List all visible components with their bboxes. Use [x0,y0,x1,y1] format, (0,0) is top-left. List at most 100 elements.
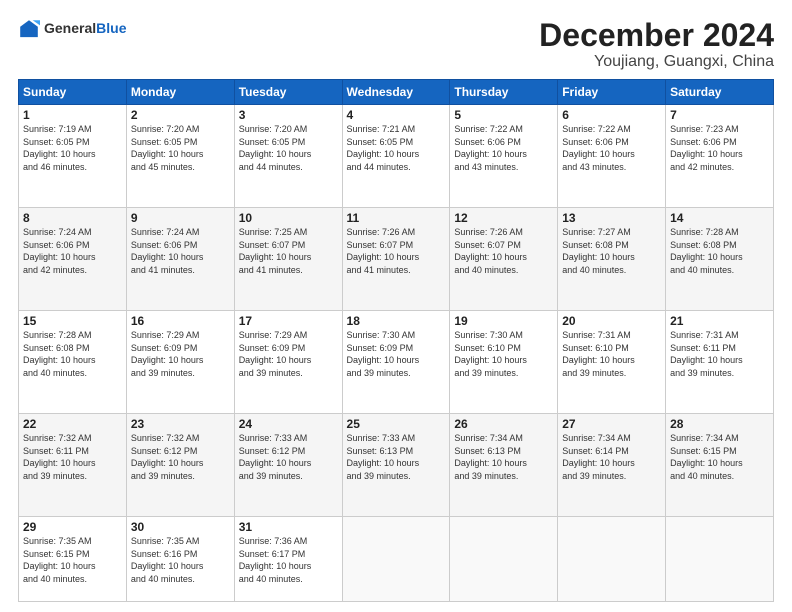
table-cell [666,517,774,602]
col-wednesday: Wednesday [342,80,450,105]
day-number: 18 [347,314,446,328]
table-cell: 15Sunrise: 7:28 AM Sunset: 6:08 PM Dayli… [19,311,127,414]
table-cell: 23Sunrise: 7:32 AM Sunset: 6:12 PM Dayli… [126,414,234,517]
table-cell: 28Sunrise: 7:34 AM Sunset: 6:15 PM Dayli… [666,414,774,517]
day-info: Sunrise: 7:29 AM Sunset: 6:09 PM Dayligh… [239,329,338,379]
title-section: December 2024 Youjiang, Guangxi, China [539,18,774,71]
table-cell: 14Sunrise: 7:28 AM Sunset: 6:08 PM Dayli… [666,208,774,311]
month-title: December 2024 [539,18,774,53]
day-number: 11 [347,211,446,225]
day-info: Sunrise: 7:31 AM Sunset: 6:11 PM Dayligh… [670,329,769,379]
day-number: 4 [347,108,446,122]
table-cell: 20Sunrise: 7:31 AM Sunset: 6:10 PM Dayli… [558,311,666,414]
day-info: Sunrise: 7:26 AM Sunset: 6:07 PM Dayligh… [454,226,553,276]
table-cell: 25Sunrise: 7:33 AM Sunset: 6:13 PM Dayli… [342,414,450,517]
day-info: Sunrise: 7:22 AM Sunset: 6:06 PM Dayligh… [454,123,553,173]
day-info: Sunrise: 7:26 AM Sunset: 6:07 PM Dayligh… [347,226,446,276]
table-cell [558,517,666,602]
day-info: Sunrise: 7:25 AM Sunset: 6:07 PM Dayligh… [239,226,338,276]
day-info: Sunrise: 7:31 AM Sunset: 6:10 PM Dayligh… [562,329,661,379]
table-cell: 26Sunrise: 7:34 AM Sunset: 6:13 PM Dayli… [450,414,558,517]
table-cell: 29Sunrise: 7:35 AM Sunset: 6:15 PM Dayli… [19,517,127,602]
day-number: 5 [454,108,553,122]
day-info: Sunrise: 7:30 AM Sunset: 6:10 PM Dayligh… [454,329,553,379]
table-cell: 30Sunrise: 7:35 AM Sunset: 6:16 PM Dayli… [126,517,234,602]
day-number: 2 [131,108,230,122]
table-cell: 19Sunrise: 7:30 AM Sunset: 6:10 PM Dayli… [450,311,558,414]
day-number: 30 [131,520,230,534]
day-number: 28 [670,417,769,431]
day-info: Sunrise: 7:34 AM Sunset: 6:14 PM Dayligh… [562,432,661,482]
day-info: Sunrise: 7:22 AM Sunset: 6:06 PM Dayligh… [562,123,661,173]
day-info: Sunrise: 7:24 AM Sunset: 6:06 PM Dayligh… [23,226,122,276]
table-cell: 16Sunrise: 7:29 AM Sunset: 6:09 PM Dayli… [126,311,234,414]
header: GeneralBlue December 2024 Youjiang, Guan… [18,18,774,71]
day-info: Sunrise: 7:34 AM Sunset: 6:13 PM Dayligh… [454,432,553,482]
day-number: 27 [562,417,661,431]
table-cell: 12Sunrise: 7:26 AM Sunset: 6:07 PM Dayli… [450,208,558,311]
col-tuesday: Tuesday [234,80,342,105]
day-number: 25 [347,417,446,431]
day-info: Sunrise: 7:19 AM Sunset: 6:05 PM Dayligh… [23,123,122,173]
page: GeneralBlue December 2024 Youjiang, Guan… [0,0,792,612]
day-info: Sunrise: 7:33 AM Sunset: 6:12 PM Dayligh… [239,432,338,482]
table-cell: 31Sunrise: 7:36 AM Sunset: 6:17 PM Dayli… [234,517,342,602]
logo: GeneralBlue [18,18,126,40]
table-cell: 7Sunrise: 7:23 AM Sunset: 6:06 PM Daylig… [666,105,774,208]
table-cell: 18Sunrise: 7:30 AM Sunset: 6:09 PM Dayli… [342,311,450,414]
col-sunday: Sunday [19,80,127,105]
table-cell: 9Sunrise: 7:24 AM Sunset: 6:06 PM Daylig… [126,208,234,311]
location-title: Youjiang, Guangxi, China [539,53,774,71]
day-info: Sunrise: 7:24 AM Sunset: 6:06 PM Dayligh… [131,226,230,276]
table-cell: 1Sunrise: 7:19 AM Sunset: 6:05 PM Daylig… [19,105,127,208]
day-number: 6 [562,108,661,122]
day-number: 14 [670,211,769,225]
col-friday: Friday [558,80,666,105]
logo-blue: Blue [96,20,126,36]
day-info: Sunrise: 7:32 AM Sunset: 6:12 PM Dayligh… [131,432,230,482]
day-info: Sunrise: 7:30 AM Sunset: 6:09 PM Dayligh… [347,329,446,379]
day-number: 7 [670,108,769,122]
table-cell: 10Sunrise: 7:25 AM Sunset: 6:07 PM Dayli… [234,208,342,311]
table-cell: 8Sunrise: 7:24 AM Sunset: 6:06 PM Daylig… [19,208,127,311]
day-info: Sunrise: 7:28 AM Sunset: 6:08 PM Dayligh… [670,226,769,276]
day-number: 19 [454,314,553,328]
day-number: 15 [23,314,122,328]
day-info: Sunrise: 7:34 AM Sunset: 6:15 PM Dayligh… [670,432,769,482]
day-number: 1 [23,108,122,122]
table-cell: 2Sunrise: 7:20 AM Sunset: 6:05 PM Daylig… [126,105,234,208]
table-cell: 24Sunrise: 7:33 AM Sunset: 6:12 PM Dayli… [234,414,342,517]
day-number: 22 [23,417,122,431]
day-number: 31 [239,520,338,534]
table-cell: 4Sunrise: 7:21 AM Sunset: 6:05 PM Daylig… [342,105,450,208]
day-info: Sunrise: 7:20 AM Sunset: 6:05 PM Dayligh… [239,123,338,173]
day-info: Sunrise: 7:36 AM Sunset: 6:17 PM Dayligh… [239,535,338,585]
table-cell: 3Sunrise: 7:20 AM Sunset: 6:05 PM Daylig… [234,105,342,208]
day-number: 10 [239,211,338,225]
day-number: 24 [239,417,338,431]
day-number: 21 [670,314,769,328]
table-cell [342,517,450,602]
table-cell: 22Sunrise: 7:32 AM Sunset: 6:11 PM Dayli… [19,414,127,517]
logo-general: General [44,20,96,36]
table-cell: 21Sunrise: 7:31 AM Sunset: 6:11 PM Dayli… [666,311,774,414]
day-number: 26 [454,417,553,431]
col-monday: Monday [126,80,234,105]
table-cell: 6Sunrise: 7:22 AM Sunset: 6:06 PM Daylig… [558,105,666,208]
table-cell [450,517,558,602]
table-cell: 11Sunrise: 7:26 AM Sunset: 6:07 PM Dayli… [342,208,450,311]
col-thursday: Thursday [450,80,558,105]
calendar-header-row: Sunday Monday Tuesday Wednesday Thursday… [19,80,774,105]
day-info: Sunrise: 7:35 AM Sunset: 6:16 PM Dayligh… [131,535,230,585]
calendar-table: Sunday Monday Tuesday Wednesday Thursday… [18,79,774,602]
day-info: Sunrise: 7:35 AM Sunset: 6:15 PM Dayligh… [23,535,122,585]
day-info: Sunrise: 7:33 AM Sunset: 6:13 PM Dayligh… [347,432,446,482]
day-number: 3 [239,108,338,122]
day-info: Sunrise: 7:20 AM Sunset: 6:05 PM Dayligh… [131,123,230,173]
day-number: 12 [454,211,553,225]
table-cell: 17Sunrise: 7:29 AM Sunset: 6:09 PM Dayli… [234,311,342,414]
day-info: Sunrise: 7:21 AM Sunset: 6:05 PM Dayligh… [347,123,446,173]
day-info: Sunrise: 7:29 AM Sunset: 6:09 PM Dayligh… [131,329,230,379]
day-info: Sunrise: 7:28 AM Sunset: 6:08 PM Dayligh… [23,329,122,379]
col-saturday: Saturday [666,80,774,105]
